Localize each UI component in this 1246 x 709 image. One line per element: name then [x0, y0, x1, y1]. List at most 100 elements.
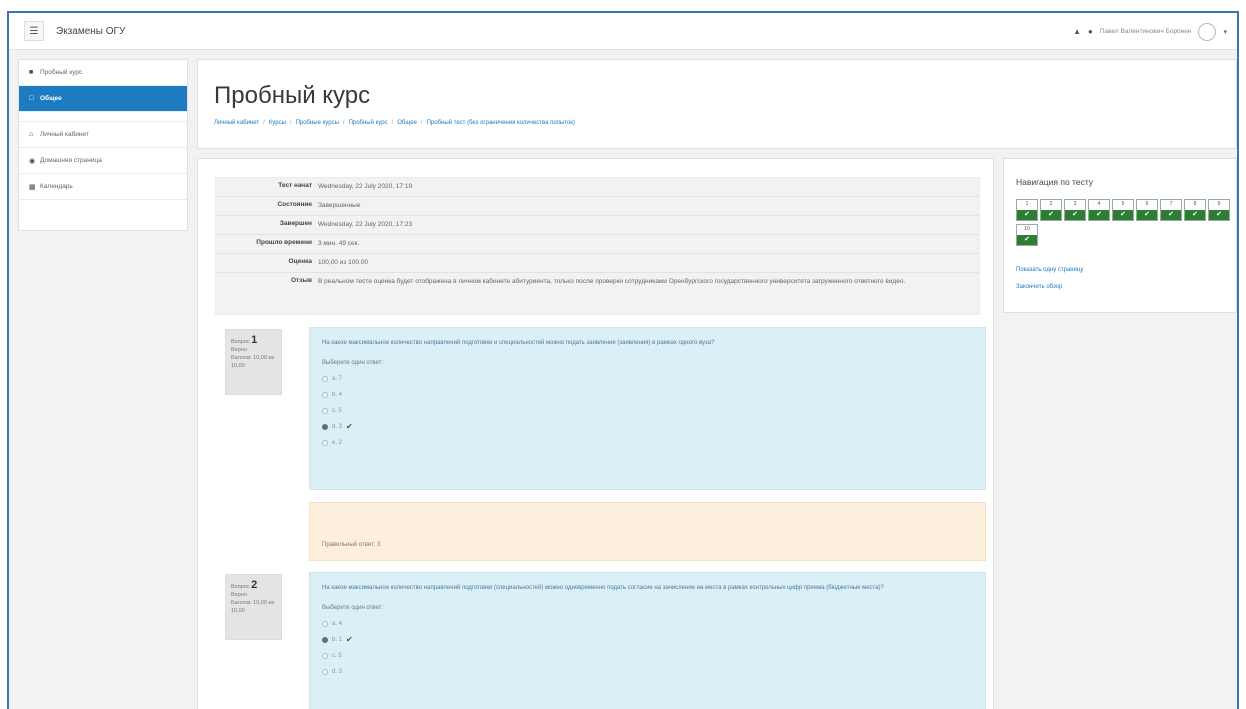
avatar[interactable]: [1198, 22, 1217, 41]
quiz-nav-number: 1: [1025, 201, 1029, 207]
question-number: 1: [251, 334, 258, 346]
quiz-nav-buttons: 1 ✔ 2 ✔ 3 ✔ 4 ✔ 5 ✔ 6 ✔ 7 ✔ 8 ✔ 9 ✔ 10 ✔: [1016, 199, 1231, 246]
show-one-page-link[interactable]: Показать одну страницу: [1016, 267, 1083, 273]
breadcrumb-item[interactable]: Пробный курс: [349, 120, 388, 126]
answer-option: c. 5: [322, 651, 973, 661]
bell-icon[interactable]: ▲: [1073, 27, 1081, 36]
sidebar-item-label: Общее: [40, 95, 62, 102]
quiz-nav-button[interactable]: 9 ✔: [1208, 199, 1230, 221]
sidebar-item-dashboard[interactable]: ⌂ Личный кабинет: [19, 122, 187, 148]
answer-option: a. 7: [322, 374, 973, 384]
page-header: Пробный курс Личный кабинет / Курсы / Проб…: [197, 59, 1237, 149]
option-label: b. 4: [332, 392, 343, 398]
sidebar-divider: [19, 112, 187, 122]
quiz-nav-number: 5: [1121, 201, 1125, 207]
sidebar-item-course[interactable]: ■ Пробный курс: [19, 60, 187, 86]
quiz-nav-button[interactable]: 2 ✔: [1040, 199, 1062, 221]
breadcrumb-separator: /: [289, 120, 292, 126]
option-label: c. 5: [332, 408, 342, 414]
site-name[interactable]: Экзамены ОГУ: [56, 26, 125, 37]
question-status: Верно: [231, 347, 247, 353]
sidebar-item-label: Календарь: [40, 183, 73, 190]
top-navbar: ☰ Экзамены ОГУ ▲ ● Павел Валентинович Бо…: [9, 13, 1237, 50]
radio-button: [322, 669, 328, 675]
checkmark-icon: ✔: [1017, 235, 1037, 245]
radio-button: [322, 653, 328, 659]
quiz-nav-title: Навигация по тесту: [1016, 177, 1094, 187]
user-name[interactable]: Павел Валентинович Боронин: [1100, 28, 1192, 35]
summary-value: 100,00 из 100,00: [318, 259, 368, 266]
radio-button: [322, 408, 328, 414]
quiz-nav-number: 8: [1193, 201, 1197, 207]
graduation-cap-icon: ■: [29, 69, 34, 76]
finish-review-link[interactable]: Закончить обзор: [1016, 284, 1062, 290]
sidebar-item-label: Домашняя страница: [40, 157, 102, 164]
quiz-nav-button[interactable]: 3 ✔: [1064, 199, 1086, 221]
summary-key: Отзыв: [290, 277, 312, 284]
summary-key: Оценка: [288, 258, 312, 265]
answer-option: d. 3 ✔: [322, 422, 973, 432]
checkmark-icon: ✔: [1041, 210, 1061, 220]
option-label: d. 3: [332, 424, 343, 430]
quiz-nav-button[interactable]: 10 ✔: [1016, 224, 1038, 246]
quiz-nav-number: 4: [1097, 201, 1101, 207]
option-label: a. 4: [332, 621, 343, 627]
summary-row: Оценка 100,00 из 100,00: [216, 254, 979, 273]
correct-answer-text: Правильный ответ: 3: [322, 542, 381, 548]
option-label: a. 7: [332, 376, 343, 382]
question-content: На какое максимальное количество направл…: [309, 572, 986, 709]
question-content: На какое максимальное количество направл…: [309, 327, 986, 490]
option-label: d. 3: [332, 669, 343, 675]
quiz-nav-button[interactable]: 1 ✔: [1016, 199, 1038, 221]
browser-frame: ☰ Экзамены ОГУ ▲ ● Павел Валентинович Бо…: [7, 11, 1239, 709]
chat-icon[interactable]: ●: [1088, 27, 1093, 36]
quiz-nav-button[interactable]: 4 ✔: [1088, 199, 1110, 221]
radio-button-selected: [322, 424, 328, 430]
summary-value: Wednesday, 22 July 2020, 17:23: [318, 221, 413, 228]
quiz-nav-button[interactable]: 8 ✔: [1184, 199, 1206, 221]
summary-row: Прошло времени 3 мин. 49 сек.: [216, 235, 979, 254]
breadcrumb-item[interactable]: Общее: [397, 120, 417, 126]
question-number: 2: [251, 579, 258, 591]
radio-button: [322, 392, 328, 398]
chevron-down-icon[interactable]: ▾: [1223, 28, 1227, 36]
question-label: Вопрос: [231, 339, 250, 345]
sidebar-item-home[interactable]: ◉ Домашняя страница: [19, 148, 187, 174]
radio-button-selected: [322, 637, 328, 643]
breadcrumb-separator: /: [391, 120, 394, 126]
option-label: e. 2: [332, 440, 343, 446]
breadcrumb-separator: /: [420, 120, 423, 126]
quiz-nav-button[interactable]: 6 ✔: [1136, 199, 1158, 221]
calendar-icon: ▦: [29, 183, 36, 191]
summary-row: Завершен Wednesday, 22 July 2020, 17:23: [216, 216, 979, 235]
radio-button: [322, 376, 328, 382]
quiz-nav-number: 10: [1024, 226, 1030, 232]
question-marks: Баллов: 10,00 из 10,00: [231, 600, 275, 614]
quiz-nav-number: 6: [1145, 201, 1149, 207]
answer-option: b. 4: [322, 390, 973, 400]
breadcrumb-item[interactable]: Личный кабинет: [214, 120, 259, 126]
question-label: Вопрос: [231, 584, 250, 590]
breadcrumb-item[interactable]: Пробный тест (без ограничения количества…: [427, 120, 575, 126]
question-info: Вопрос 1 Верно Баллов: 10,00 из 10,00: [225, 329, 282, 395]
sidebar-item-label: Личный кабинет: [40, 131, 89, 138]
quiz-nav-button[interactable]: 5 ✔: [1112, 199, 1134, 221]
sidebar-item-label: Пробный курс: [40, 69, 83, 76]
quiz-review-main: Тест начат Wednesday, 22 July 2020, 17:1…: [197, 158, 994, 709]
menu-toggle-icon[interactable]: ☰: [24, 21, 44, 41]
breadcrumb-item[interactable]: Курсы: [269, 120, 286, 126]
answer-option: c. 5: [322, 406, 973, 416]
user-menu-area: ▲ ● Павел Валентинович Боронин ▾: [1073, 13, 1227, 50]
sidebar-item-calendar[interactable]: ▦ Календарь: [19, 174, 187, 200]
answer-prompt: Выберите один ответ:: [322, 605, 384, 611]
question-text: На какое максимальное количество направл…: [322, 340, 715, 346]
summary-value: Завершенные: [318, 202, 361, 209]
summary-row: Отзыв В реальном тесте оценка будет отоб…: [216, 273, 979, 291]
answer-option: d. 3: [322, 667, 973, 677]
sidebar-item-general[interactable]: □ Общее: [19, 86, 187, 112]
quiz-nav-button[interactable]: 7 ✔: [1160, 199, 1182, 221]
breadcrumb-item[interactable]: Пробные курсы: [296, 120, 339, 126]
answer-prompt: Выберите один ответ:: [322, 360, 384, 366]
checkmark-icon: ✔: [1161, 210, 1181, 220]
folder-icon: □: [29, 95, 34, 102]
